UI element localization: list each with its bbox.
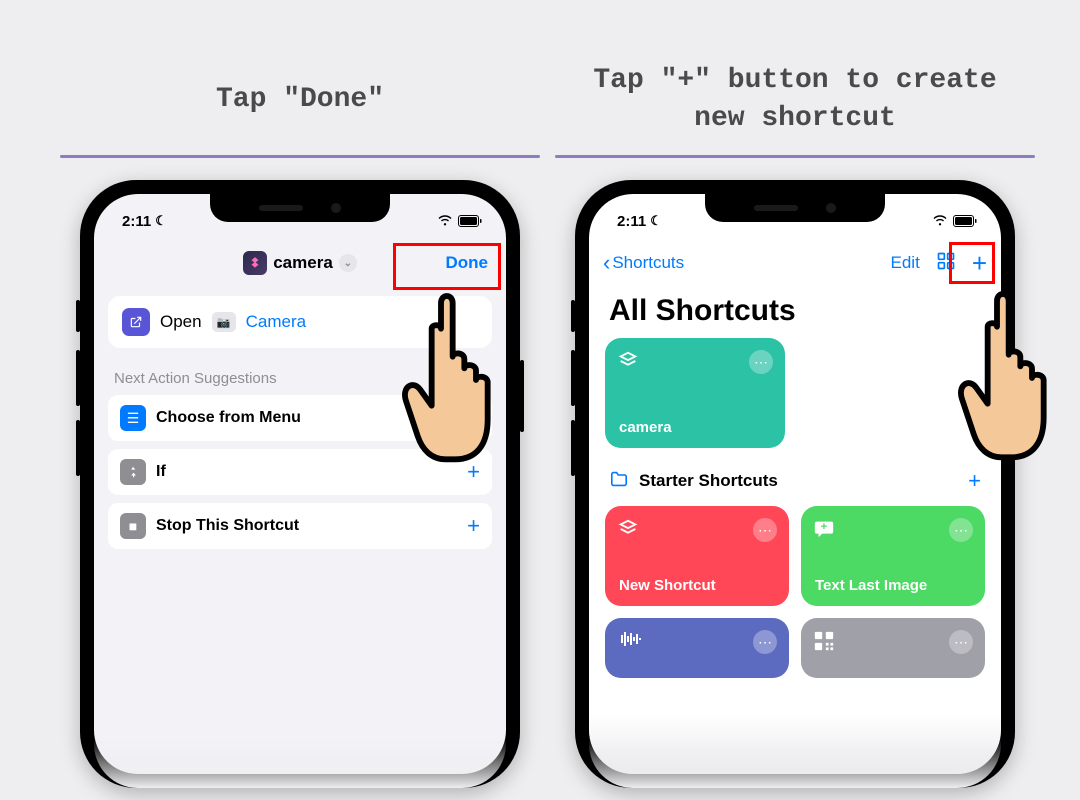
shortcuts-app-icon bbox=[243, 251, 267, 275]
folder-row[interactable]: Starter Shortcuts + bbox=[605, 460, 985, 506]
status-time: 2:11 bbox=[617, 213, 646, 230]
caption-left: Tap "Done" bbox=[60, 45, 540, 155]
wifi-icon bbox=[437, 215, 453, 227]
suggestion-row[interactable]: If + bbox=[108, 449, 492, 495]
divider bbox=[60, 155, 540, 158]
add-to-folder-icon[interactable]: + bbox=[968, 468, 981, 494]
open-app-icon bbox=[122, 308, 150, 336]
right-panel: Tap "+" button to create new shortcut 2:… bbox=[555, 45, 1035, 788]
layers-icon bbox=[617, 350, 639, 377]
layers-icon bbox=[617, 518, 639, 545]
stop-icon: ■ bbox=[120, 513, 146, 539]
shortcut-tile[interactable]: ⋯ bbox=[801, 618, 985, 678]
waveform-icon bbox=[617, 630, 643, 653]
shortcut-tile[interactable]: + ⋯ Text Last Image bbox=[801, 506, 985, 606]
highlight-box-plus bbox=[949, 242, 995, 284]
shortcut-tile[interactable]: ⋯ New Shortcut bbox=[605, 506, 789, 606]
more-icon[interactable]: ⋯ bbox=[949, 518, 973, 542]
folder-label: Starter Shortcuts bbox=[639, 471, 778, 491]
open-label: Open bbox=[160, 312, 202, 332]
left-panel: Tap "Done" 2:11☾ camera ⌄ Done bbox=[60, 45, 540, 788]
camera-app-chip: 📷 bbox=[212, 312, 236, 332]
add-icon[interactable]: + bbox=[467, 459, 480, 485]
status-icons bbox=[932, 215, 977, 227]
shortcuts-grid: ⋯ camera Starter Shortcuts + ⋯ New Short… bbox=[589, 338, 1001, 678]
highlight-box-done bbox=[393, 243, 501, 290]
menu-icon: ☰ bbox=[120, 405, 146, 431]
qr-icon bbox=[813, 630, 835, 657]
page-title: All Shortcuts bbox=[589, 288, 1001, 338]
chevron-down-icon[interactable]: ⌄ bbox=[339, 254, 357, 272]
caption-right: Tap "+" button to create new shortcut bbox=[555, 45, 1035, 155]
open-target[interactable]: Camera bbox=[246, 312, 306, 332]
add-icon[interactable]: + bbox=[467, 513, 480, 539]
edit-button[interactable]: Edit bbox=[891, 253, 920, 273]
suggestions-header: Next Action Suggestions bbox=[108, 348, 492, 395]
shortcut-tile[interactable]: ⋯ bbox=[605, 618, 789, 678]
notch bbox=[705, 194, 885, 222]
divider bbox=[555, 155, 1035, 158]
more-icon[interactable]: ⋯ bbox=[949, 630, 973, 654]
nav-bar: ‹Shortcuts Edit + bbox=[589, 238, 1001, 288]
status-icons bbox=[437, 215, 482, 227]
back-button[interactable]: ‹Shortcuts bbox=[603, 250, 684, 276]
phone-frame-left: 2:11☾ camera ⌄ Done Open 📷 bbox=[80, 180, 520, 788]
add-icon[interactable]: + bbox=[467, 405, 480, 431]
status-time: 2:11 bbox=[122, 213, 151, 230]
phone-frame-right: 2:11☾ ‹Shortcuts Edit + All Shortcuts bbox=[575, 180, 1015, 788]
more-icon[interactable]: ⋯ bbox=[753, 630, 777, 654]
shortcut-name: camera bbox=[273, 253, 333, 273]
dnd-icon: ☾ bbox=[650, 213, 662, 229]
suggestion-row[interactable]: ☰ Choose from Menu + bbox=[108, 395, 492, 441]
branch-icon bbox=[120, 459, 146, 485]
folder-icon bbox=[609, 471, 629, 492]
open-app-action[interactable]: Open 📷 Camera bbox=[108, 296, 492, 348]
suggestion-row[interactable]: ■ Stop This Shortcut + bbox=[108, 503, 492, 549]
more-icon[interactable]: ⋯ bbox=[749, 350, 773, 374]
svg-text:+: + bbox=[821, 521, 827, 533]
more-icon[interactable]: ⋯ bbox=[753, 518, 777, 542]
editor-content: Open 📷 Camera Next Action Suggestions ☰ … bbox=[94, 288, 506, 565]
battery-icon bbox=[458, 215, 482, 227]
shortcut-title-group[interactable]: camera ⌄ bbox=[243, 251, 357, 275]
notch bbox=[210, 194, 390, 222]
shortcut-tile-camera[interactable]: ⋯ camera bbox=[605, 338, 785, 448]
dnd-icon: ☾ bbox=[155, 213, 167, 229]
message-icon: + bbox=[813, 518, 835, 545]
